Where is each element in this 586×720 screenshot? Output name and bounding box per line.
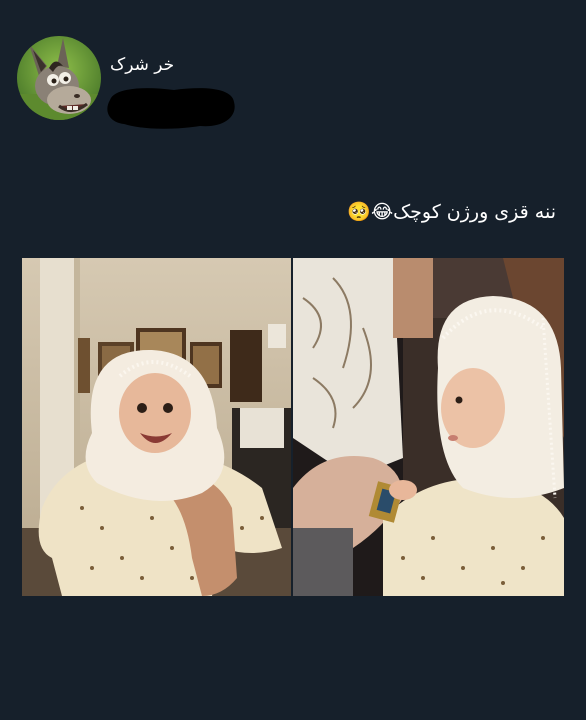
redacted-handle bbox=[107, 88, 235, 129]
profile-avatar[interactable] bbox=[17, 36, 101, 120]
author-display-name[interactable]: خر شرک bbox=[110, 55, 174, 75]
photo-baby-holding-object-in-lace-headscarf[interactable] bbox=[293, 258, 564, 596]
donkey-avatar-icon bbox=[17, 36, 101, 120]
photo-baby-smiling-in-lace-headscarf[interactable] bbox=[22, 258, 291, 596]
post-text: ننه قزی ورژن کوچک😂🥺 bbox=[347, 201, 556, 223]
tweet-screenshot: خر شرک ننه قزی ورژن کوچک😂🥺 bbox=[0, 0, 586, 720]
